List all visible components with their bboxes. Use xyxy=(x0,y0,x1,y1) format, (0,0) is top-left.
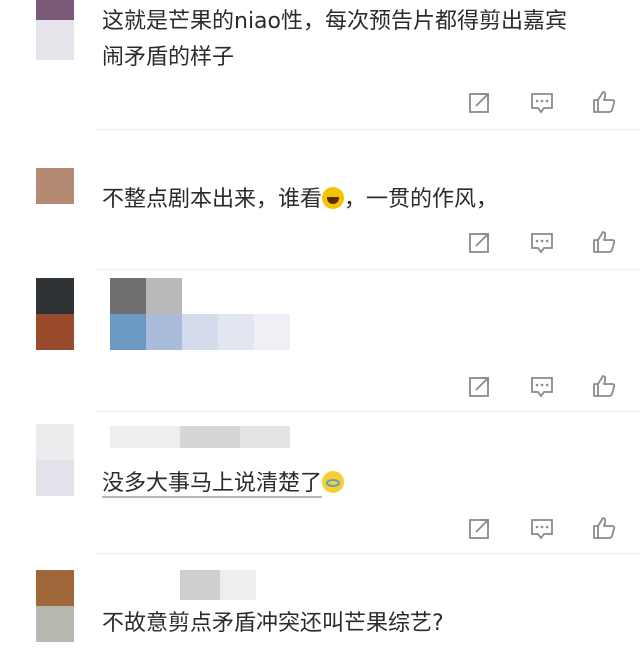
crying-laughing-emoji-icon xyxy=(322,471,345,493)
thumbs-up-icon[interactable] xyxy=(590,514,618,542)
comment-actions xyxy=(440,372,640,406)
comment-actions xyxy=(440,228,640,262)
comment-text-part: 没多大事马上说清楚了 xyxy=(102,471,323,498)
comment-item xyxy=(0,270,640,412)
thumbs-up-icon[interactable] xyxy=(590,372,618,400)
share-icon[interactable] xyxy=(466,372,494,400)
comment-text-line2: 闹矛盾的样子 xyxy=(102,45,235,70)
comment-text: 不故意剪点矛盾冲突还叫芒果综艺? xyxy=(102,611,444,636)
comment-text: 不整点剧本出来，谁看 ，一贯的作风， xyxy=(102,182,498,218)
share-icon[interactable] xyxy=(466,88,494,116)
comment-icon[interactable] xyxy=(528,228,556,256)
comment-text-part: ，一贯的作风， xyxy=(344,187,499,212)
comment-text: 这就是芒果的niao性，每次预告片都得剪出嘉宾 xyxy=(102,9,567,34)
comment-actions xyxy=(440,514,640,548)
comment-icon[interactable] xyxy=(528,514,556,542)
comment-text-part: 不整点剧本出来，谁看 xyxy=(102,187,323,212)
comment-item: 这就是芒果的niao性，每次预告片都得剪出嘉宾 闹矛盾的样子 xyxy=(0,0,640,130)
avatar[interactable] xyxy=(36,168,74,204)
comment-icon[interactable] xyxy=(528,372,556,400)
share-icon[interactable] xyxy=(466,228,494,256)
share-icon[interactable] xyxy=(466,514,494,542)
avatar[interactable] xyxy=(36,278,74,350)
blurred-username xyxy=(180,570,260,600)
comment-item: 没多大事马上说清楚了 xyxy=(0,412,640,554)
comment-item: 不故意剪点矛盾冲突还叫芒果综艺? xyxy=(0,554,640,652)
avatar[interactable] xyxy=(36,424,74,496)
comment-icon[interactable] xyxy=(528,88,556,116)
avatar[interactable] xyxy=(36,0,74,60)
thumbs-up-icon[interactable] xyxy=(590,88,618,116)
blurred-content xyxy=(110,278,300,352)
blurred-username xyxy=(110,426,310,448)
avatar[interactable] xyxy=(36,570,74,642)
comment-actions xyxy=(440,88,640,122)
comment-item: 不整点剧本出来，谁看 ，一贯的作风， xyxy=(0,130,640,270)
comment-text: 没多大事马上说清楚了 xyxy=(102,466,345,502)
laughing-emoji-icon xyxy=(322,187,345,209)
thumbs-up-icon[interactable] xyxy=(590,228,618,256)
